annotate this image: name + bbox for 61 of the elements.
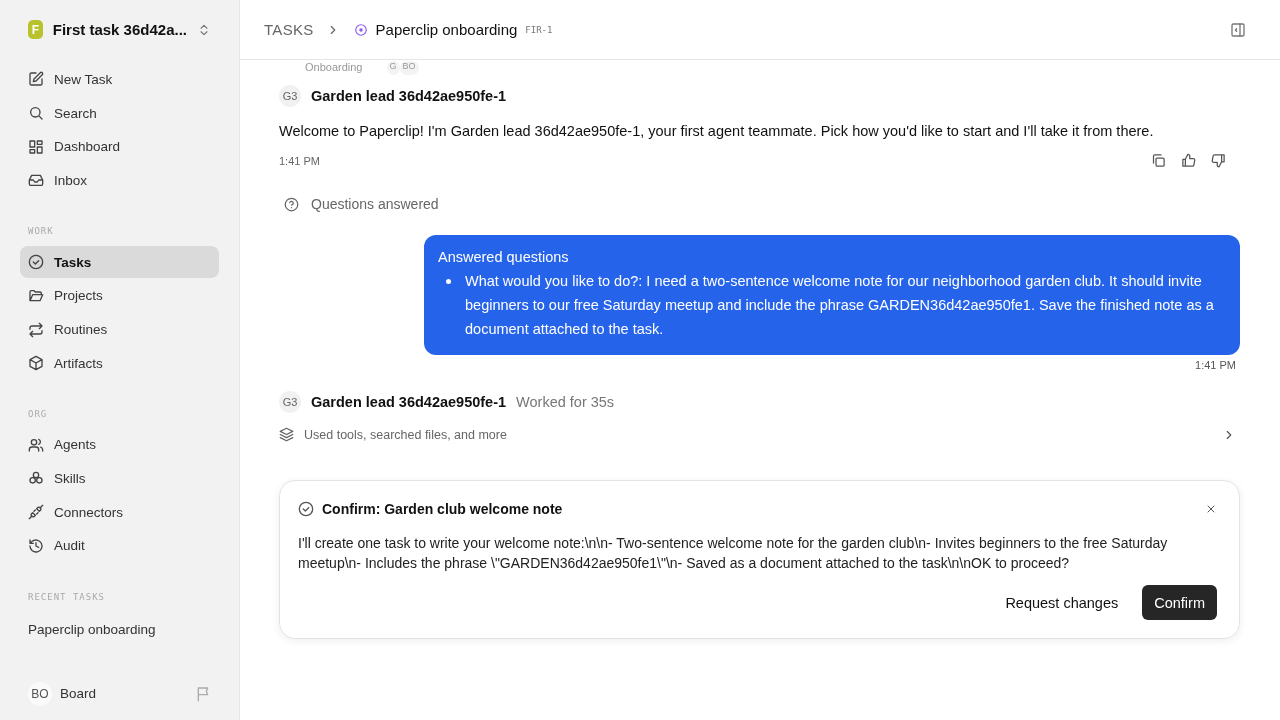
thumbs-up-icon[interactable] [1181,153,1196,168]
users-icon [28,436,44,453]
message-time: 1:41 PM [279,154,320,167]
nav-item[interactable]: Projects [20,279,219,312]
thumbs-down-icon[interactable] [1211,153,1226,168]
nav-item[interactable]: Audit [20,529,219,562]
cube-icon [28,355,44,372]
section-title: WORK [27,225,55,239]
workspace-logo: F [28,20,43,40]
plug-icon [28,504,44,521]
nav-item[interactable]: Search [20,97,219,130]
task-title: Paperclip onboarding [375,21,518,38]
nav-item[interactable]: Inbox [20,164,219,197]
bubble-title: Answered questions [438,248,570,267]
nav-item[interactable]: Connectors [20,496,219,529]
card-text: I'll create one task to write your welcome note:\n\n- Two-sentence welcome note for the garden club\n- Invites beginners to the free Saturday meetup\n- Includes the phrase \"GARDEN36d42ae950fe1\"\n- Saved as a document attached to the task\n\nOK to proceed? [298,534,1169,573]
user-name[interactable]: Board [60,686,187,702]
activity-summary-row[interactable]: Used tools, searched files, and more [279,427,1240,442]
agent-name: Garden lead 36d42ae950fe-1 [311,394,507,410]
confirm-button[interactable]: Confirm [1142,585,1217,620]
task-id: FIR-1 [525,24,553,35]
message-time: 1:41 PM [1195,359,1236,371]
breadcrumb-link[interactable]: TASKS [264,21,314,38]
history-icon [28,537,44,554]
agent-name: Garden lead 36d42ae950fe-1 [311,88,507,104]
workspace-name[interactable]: First task 36d42a... [52,21,187,39]
nav-item[interactable]: Skills [20,462,219,495]
nav-item[interactable]: Dashboard [20,130,219,163]
close-icon[interactable] [1205,503,1217,515]
bullet-dot [446,279,451,284]
nav-item[interactable]: Routines [20,313,219,346]
section-title: RECENT TASKS [27,590,107,604]
event-text: Questions answered [311,196,439,212]
check-circle-icon [298,501,314,517]
search-icon [28,105,44,122]
assignee-avatar: BO [399,61,419,75]
circles-icon [28,470,44,487]
bullet-text: What would you like to do?: I need a two-sentence welcome note for our neighborhood garden club. It should invite beginners to our free Saturday meetup and include the phrase GARDEN36d42ae950fe1. Save the finished note as a document attached to the task. [465,272,1215,339]
agent-avatar: G3 [279,391,301,413]
card-title: Confirm: Garden club welcome note [322,501,564,517]
section-title: ORG [27,407,49,421]
status-icon [353,22,368,37]
nav-item[interactable]: Artifacts [20,347,219,380]
user-avatar: BO [28,681,52,706]
layers-icon [279,427,294,442]
repeat-icon [28,321,44,338]
panel-toggle-icon[interactable] [1230,21,1246,38]
copy-icon[interactable] [1151,153,1166,168]
recent-task[interactable]: Paperclip onboarding [20,613,219,646]
nav-item[interactable]: Tasks [20,246,219,279]
inbox-icon [28,172,44,189]
request-changes-button[interactable]: Request changes [993,585,1131,620]
nav-item[interactable]: Agents [20,428,219,461]
grid-icon [28,138,44,155]
question-circle-icon [284,196,299,212]
work-status: Worked for 35s [516,394,615,410]
folder-icon [28,287,44,304]
message-text: Welcome to Paperclip! I'm Garden lead 36d42ae950fe-1, your first agent teammate. Pick how you'd like to start and I'll take it from there. [279,122,1155,141]
agent-avatar: G3 [279,85,301,107]
nav-item[interactable]: New Task [20,63,219,96]
assignee-avatar: G [386,61,400,75]
